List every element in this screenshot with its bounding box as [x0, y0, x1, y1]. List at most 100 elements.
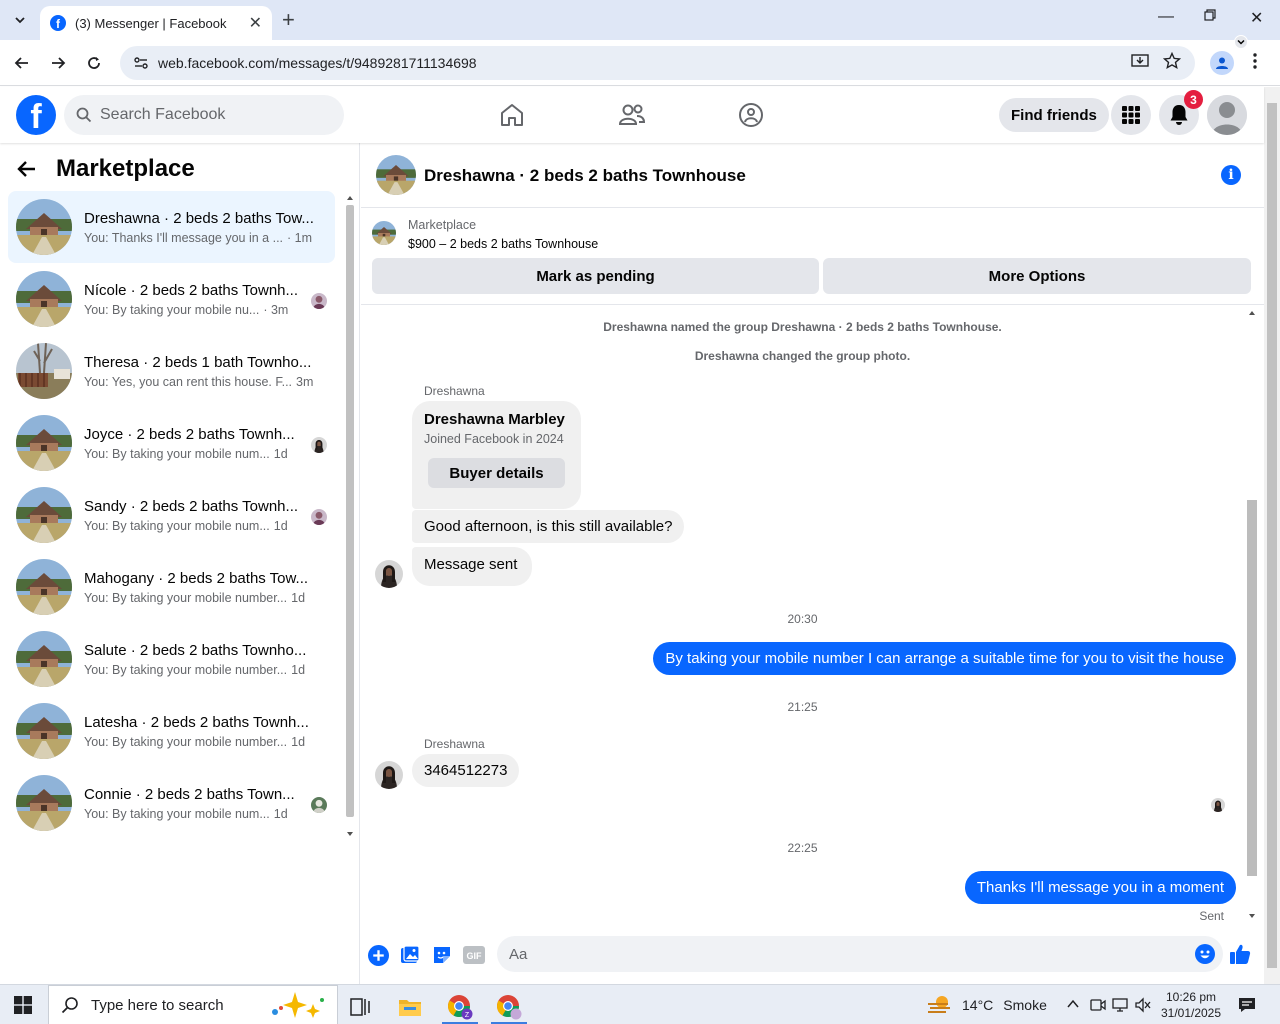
page-scrollbar[interactable] — [1264, 87, 1280, 984]
facebook-logo-icon[interactable]: f — [16, 95, 56, 135]
reload-button[interactable] — [83, 52, 105, 74]
system-clock[interactable]: 10:26 pm 31/01/2025 — [1158, 989, 1224, 1021]
conversation-item[interactable]: Sandy · 2 beds 2 baths Townh... You: By t… — [8, 479, 335, 551]
meet-now-icon[interactable] — [1090, 997, 1106, 1018]
friends-nav-icon[interactable] — [617, 100, 647, 130]
info-icon[interactable]: i — [1221, 165, 1241, 185]
conversation-list-scrollbar[interactable] — [343, 191, 357, 839]
bookmark-star-icon[interactable] — [1162, 51, 1182, 75]
conversation-preview: You: By taking your mobile number... 1d — [84, 591, 316, 605]
outgoing-message[interactable]: Thanks I'll message you in a moment — [964, 871, 1236, 904]
conversation-item[interactable]: Mahogany · 2 beds 2 baths Tow... You: By … — [8, 551, 335, 623]
more-actions-plus-icon[interactable] — [367, 944, 389, 966]
listing-price[interactable]: $900 – 2 beds 2 baths Townhouse — [408, 237, 598, 251]
groups-nav-icon[interactable] — [736, 100, 766, 130]
file-explorer-icon[interactable] — [388, 989, 432, 1024]
back-arrow-icon[interactable] — [16, 158, 38, 180]
emoji-icon[interactable] — [1195, 944, 1215, 964]
weather-widget[interactable]: 14°C Smoke — [926, 985, 1047, 1024]
facebook-search-box[interactable] — [64, 95, 344, 135]
windows-taskbar: Type here to search Z 14°C Smoke 10:26 p… — [0, 984, 1280, 1024]
browser-menu-icon[interactable] — [1252, 52, 1258, 75]
site-info-icon[interactable] — [130, 55, 152, 71]
restore-button[interactable] — [1204, 8, 1216, 26]
browser-tab[interactable]: f (3) Messenger | Facebook ✕ — [40, 6, 272, 40]
conversation-item[interactable]: Nícole · 2 beds 2 baths Townh... You: By … — [8, 263, 335, 335]
smoke-weather-icon — [928, 996, 950, 1013]
conversation-last-message: You: Thanks I'll message you in a ... — [84, 231, 284, 245]
scroll-up-icon[interactable] — [343, 193, 357, 203]
conversation-item[interactable]: Connie · 2 beds 2 baths Town... You: By t… — [8, 767, 335, 839]
message-thread: Dreshawna named the group Dreshawna · 2 … — [361, 306, 1264, 926]
seen-avatar — [311, 509, 327, 525]
task-view-icon[interactable] — [338, 989, 382, 1024]
listing-thumbnail[interactable] — [372, 221, 396, 245]
home-nav-icon[interactable] — [497, 100, 527, 130]
chrome-profile-z-icon[interactable]: Z — [438, 989, 482, 1024]
taskbar-search-box[interactable]: Type here to search — [48, 985, 338, 1024]
minimize-button[interactable]: — — [1158, 8, 1174, 26]
inbox-header: Marketplace — [16, 155, 195, 183]
conversation-text: Mahogany · 2 beds 2 baths Tow... You: By … — [84, 569, 316, 605]
new-tab-button[interactable]: + — [282, 8, 295, 32]
account-avatar-button[interactable] — [1207, 95, 1247, 135]
address-bar[interactable]: web.facebook.com/messages/t/948928171113… — [120, 46, 1195, 80]
conversation-item[interactable]: Theresa · 2 beds 1 bath Townho... You: Ye… — [8, 335, 335, 407]
browser-profile-icon[interactable] — [1210, 51, 1234, 75]
menu-button[interactable] — [1111, 95, 1151, 135]
chat-scrollbar-thumb[interactable] — [1247, 500, 1257, 876]
chat-avatar[interactable] — [376, 155, 416, 195]
read-receipt-avatar — [1211, 798, 1225, 812]
conversation-time: 1d — [291, 735, 306, 749]
incoming-message[interactable]: Message sent — [412, 547, 533, 586]
message-composer: GIF — [361, 933, 1264, 977]
chrome-profile-icon[interactable] — [487, 989, 531, 1024]
message-input[interactable] — [509, 945, 1149, 963]
more-options-button[interactable]: More Options — [823, 258, 1251, 294]
attach-photo-icon[interactable] — [399, 944, 421, 966]
conversation-item[interactable]: Dreshawna · 2 beds 2 baths Tow... You: Th… — [8, 191, 335, 263]
outgoing-message[interactable]: By taking your mobile number I can arran… — [653, 642, 1236, 675]
chat-scrollbar[interactable] — [1244, 305, 1260, 925]
mark-as-pending-button[interactable]: Mark as pending — [372, 258, 819, 294]
buyer-details-button[interactable]: Buyer details — [428, 458, 565, 488]
volume-muted-icon[interactable] — [1135, 997, 1151, 1018]
conversation-list-scrollbar-thumb[interactable] — [346, 205, 354, 817]
sender-avatar[interactable] — [375, 560, 403, 588]
scroll-down-icon[interactable] — [1244, 911, 1260, 921]
temperature: 14°C — [962, 997, 994, 1013]
windows-start-icon[interactable] — [14, 996, 32, 1019]
sticker-icon[interactable] — [431, 944, 453, 966]
facebook-search-input[interactable] — [100, 106, 320, 124]
tab-close-icon[interactable]: ✕ — [249, 13, 262, 33]
buyer-joined: Joined Facebook in 2024 — [424, 432, 564, 446]
message-input-box[interactable] — [497, 936, 1223, 972]
like-thumb-icon[interactable] — [1229, 943, 1251, 965]
incoming-message[interactable]: Good afternoon, is this still available? — [412, 510, 685, 543]
browser-tab-strip: f (3) Messenger | Facebook ✕ + — ✕ — [0, 0, 1280, 40]
gif-icon[interactable]: GIF — [463, 944, 485, 966]
tab-search-button[interactable] — [6, 6, 34, 34]
notification-center-icon[interactable] — [1238, 997, 1256, 1018]
close-window-button[interactable]: ✕ — [1250, 8, 1263, 28]
chat-title[interactable]: Dreshawna · 2 beds 2 baths Townhouse — [424, 166, 746, 186]
back-button[interactable] — [11, 52, 33, 74]
install-app-icon[interactable] — [1131, 52, 1149, 75]
page-scrollbar-thumb[interactable] — [1267, 103, 1277, 968]
conversation-item[interactable]: Salute · 2 beds 2 baths Townho... You: By… — [8, 623, 335, 695]
svg-text:Z: Z — [465, 1012, 470, 1019]
account-caret-icon[interactable] — [1234, 35, 1248, 49]
sender-avatar[interactable] — [375, 761, 403, 789]
inbox-title: Marketplace — [56, 155, 195, 182]
show-hidden-icons-chevron-icon[interactable] — [1066, 997, 1080, 1016]
find-friends-button[interactable]: Find friends — [999, 98, 1109, 132]
network-icon[interactable] — [1112, 997, 1128, 1018]
incoming-message[interactable]: 3464512273 — [412, 754, 520, 787]
conversation-thumbnail — [16, 271, 72, 327]
conversation-time: 1d — [291, 663, 306, 677]
forward-button[interactable] — [47, 52, 69, 74]
scroll-down-icon[interactable] — [343, 829, 357, 839]
scroll-up-icon[interactable] — [1244, 308, 1260, 318]
conversation-item[interactable]: Joyce · 2 beds 2 baths Townh... You: By t… — [8, 407, 335, 479]
conversation-item[interactable]: Latesha · 2 beds 2 baths Townh... You: By… — [8, 695, 335, 767]
